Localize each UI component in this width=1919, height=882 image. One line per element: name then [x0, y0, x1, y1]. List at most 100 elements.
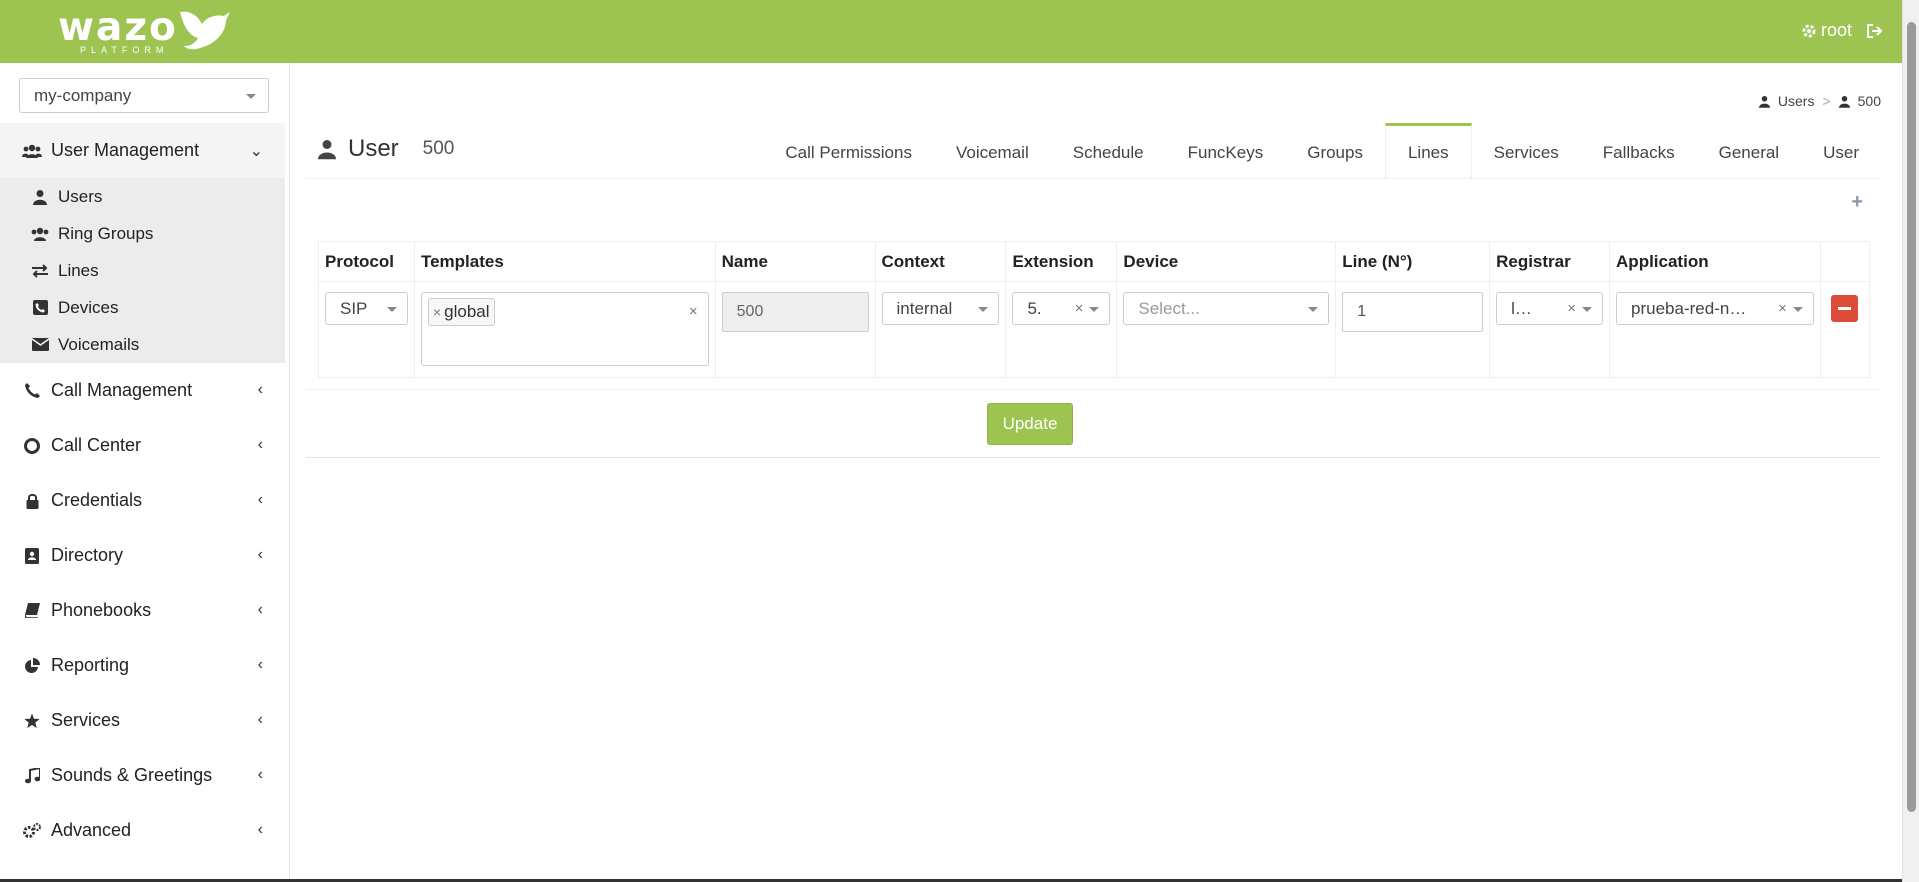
header-actions: root [1801, 20, 1884, 41]
tab-funckeys[interactable]: FuncKeys [1166, 123, 1286, 179]
user-icon [1758, 95, 1770, 108]
registrar-value: l… [1511, 299, 1532, 318]
line-number-input[interactable]: 1 [1342, 292, 1484, 332]
logout-icon[interactable] [1866, 23, 1884, 39]
caret-down-icon [246, 94, 256, 99]
menu-label: Services [51, 710, 121, 730]
tab-schedule[interactable]: Schedule [1051, 123, 1166, 179]
sidebar: my-company User Management ⌄ Users Ring … [0, 63, 290, 882]
chevron-left-icon: ‹ [257, 601, 263, 618]
template-chip[interactable]: × global [427, 298, 495, 326]
caret-down-icon [978, 307, 989, 312]
submenu-item-users[interactable]: Users [30, 178, 102, 215]
protocol-select[interactable]: SIP [325, 292, 408, 325]
submenu-label: Users [58, 186, 103, 206]
user-menu[interactable]: root [1801, 20, 1852, 41]
menu-advanced[interactable]: Advanced ‹ [0, 803, 285, 858]
submenu-item-devices[interactable]: Devices [30, 289, 118, 326]
breadcrumb-users[interactable]: Users [1778, 93, 1815, 109]
device-select[interactable]: Select... [1123, 292, 1330, 325]
menu-reporting[interactable]: Reporting ‹ [0, 638, 285, 693]
menu-user-management[interactable]: User Management ⌄ [0, 123, 285, 178]
tab-groups[interactable]: Groups [1285, 123, 1385, 179]
col-extension: Extension [1005, 241, 1118, 282]
gear-icon [1802, 24, 1816, 37]
tenant-select[interactable]: my-company [19, 78, 269, 113]
context-select[interactable]: internal [881, 292, 1000, 325]
caret-down-icon [1308, 307, 1319, 312]
page-scrollbar[interactable] [1902, 0, 1919, 882]
pie-chart-icon [22, 657, 42, 675]
user-icon [30, 189, 50, 205]
menu-call-center[interactable]: Call Center ‹ [0, 418, 285, 473]
breadcrumb-current: 500 [1857, 93, 1881, 109]
divider [306, 457, 1881, 458]
application-select[interactable]: prueba-red-n… × [1616, 292, 1814, 325]
registrar-select[interactable]: l… × [1496, 292, 1604, 325]
tab-user[interactable]: User [1801, 123, 1881, 179]
chevron-left-icon: ‹ [257, 656, 263, 673]
caret-down-icon [1582, 307, 1593, 312]
tab-call-permissions[interactable]: Call Permissions [763, 123, 934, 179]
submenu-label: Voicemails [58, 334, 140, 354]
chevron-down-icon: ⌄ [249, 143, 263, 160]
col-name: Name [714, 241, 876, 282]
submenu-item-lines[interactable]: Lines [30, 252, 99, 289]
logo-text: wazo [58, 5, 178, 50]
menu-sounds-greetings[interactable]: Sounds & Greetings ‹ [0, 748, 285, 803]
divider [306, 389, 1881, 390]
book-icon [22, 602, 42, 620]
chevron-left-icon: ‹ [257, 766, 263, 783]
music-icon [22, 767, 42, 785]
clear-icon[interactable]: × [1567, 293, 1576, 324]
extension-value: 5. [1027, 299, 1042, 318]
tab-general[interactable]: General [1697, 123, 1801, 179]
remove-line-button[interactable] [1831, 295, 1859, 322]
user-icon [1838, 95, 1850, 108]
tab-lines[interactable]: Lines [1384, 123, 1472, 179]
menu-label: Directory [51, 545, 124, 565]
menu-directory[interactable]: Directory ‹ [0, 528, 285, 583]
menu-label: Sounds & Greetings [51, 765, 213, 785]
scrollbar-thumb[interactable] [1907, 22, 1916, 812]
submenu-item-voicemails[interactable]: Voicemails [30, 326, 139, 363]
users-icon [22, 142, 42, 160]
submenu-label: Lines [58, 260, 99, 280]
contact-book-icon [22, 547, 42, 565]
remove-chip-icon[interactable]: × [433, 304, 441, 320]
menu-services[interactable]: Services ‹ [0, 693, 285, 748]
envelope-icon [30, 338, 50, 351]
tab-services[interactable]: Services [1472, 123, 1581, 179]
menu-phonebooks[interactable]: Phonebooks ‹ [0, 583, 285, 638]
clear-icon[interactable]: × [1778, 293, 1787, 324]
menu-call-management[interactable]: Call Management ‹ [0, 363, 285, 418]
caret-down-icon [386, 307, 397, 312]
col-templates: Templates [413, 241, 716, 282]
clear-icon[interactable]: × [1075, 293, 1084, 324]
tab-voicemail[interactable]: Voicemail [934, 123, 1051, 179]
table-row: SIP × global × 500 internal 5. × Select...… [318, 281, 1871, 378]
update-button[interactable]: Update [987, 403, 1073, 445]
menu-label: Call Center [51, 435, 142, 455]
add-line-button[interactable]: + [1851, 191, 1863, 214]
col-context: Context [874, 241, 1007, 282]
breadcrumb: Users > 500 [1758, 93, 1881, 109]
tab-fallbacks[interactable]: Fallbacks [1581, 123, 1697, 179]
col-registrar: Registrar [1489, 241, 1611, 282]
cogs-icon [22, 822, 42, 840]
templates-multiselect[interactable]: × global × [420, 292, 709, 366]
lifering-icon [22, 437, 42, 455]
menu-credentials[interactable]: Credentials ‹ [0, 473, 285, 528]
clear-icon[interactable]: × [689, 303, 698, 320]
submenu-label: Devices [58, 297, 119, 317]
submenu-item-ring-groups[interactable]: Ring Groups [30, 215, 153, 252]
caret-down-icon [1792, 307, 1803, 312]
wazo-logo[interactable]: wazo PLATFORM [58, 6, 238, 56]
extension-select[interactable]: 5. × [1012, 292, 1111, 325]
submenu-user-management: Users Ring Groups Lines Devices Voicemai… [0, 178, 285, 363]
chevron-left-icon: ‹ [257, 546, 263, 563]
divider [306, 178, 1881, 179]
exchange-icon [30, 263, 50, 278]
lock-icon [22, 492, 42, 510]
table-header-row: Protocol Templates Name Context Extensio… [318, 241, 1871, 282]
